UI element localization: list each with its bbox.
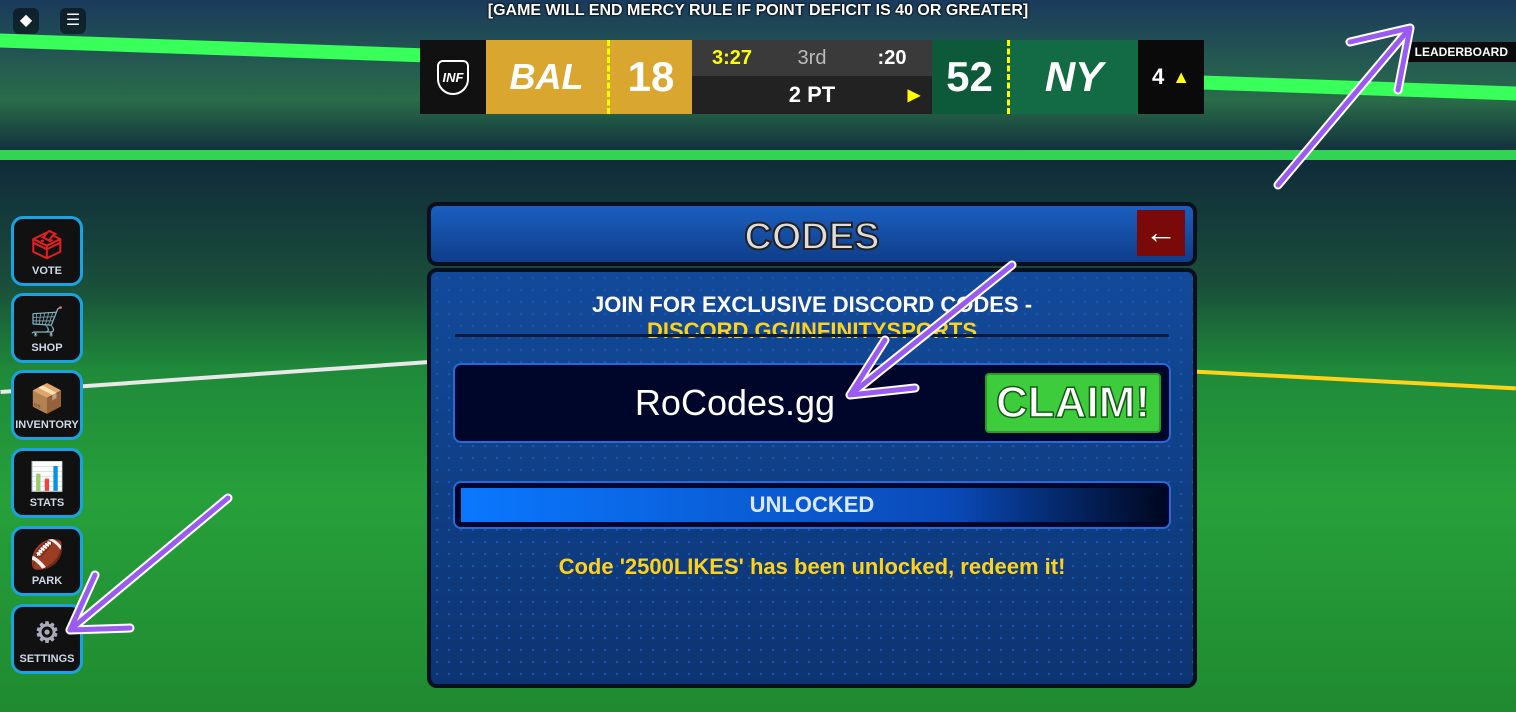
game-clock: 3:27 3rd :20 2 PT ▶	[692, 40, 932, 114]
possession-arrow-icon: ▶	[907, 87, 920, 104]
claim-button[interactable]: CLAIM!	[985, 373, 1161, 433]
unlock-progress-bar: UNLOCKED	[453, 481, 1171, 529]
code-input[interactable]	[455, 365, 1015, 441]
label: INVENTORY	[15, 419, 79, 431]
vote-button[interactable]: 🗳 VOTE	[11, 216, 83, 286]
divider	[455, 334, 1169, 337]
discord-link[interactable]: DISCORD.GG/INFINITYSPORTS	[647, 318, 977, 343]
back-button[interactable]: ←	[1137, 210, 1185, 256]
inventory-button[interactable]: 📦 INVENTORY	[11, 370, 83, 440]
ballot-box-icon: 🗳	[29, 229, 65, 260]
football-icon: 🏈	[29, 539, 65, 570]
settings-button[interactable]: ⚙ SETTINGS	[11, 604, 83, 674]
label: PARK	[31, 575, 63, 587]
arrow-left-icon: ←	[1145, 214, 1177, 250]
home-team: BAL	[486, 40, 610, 114]
park-button[interactable]: 🏈 PARK	[11, 526, 83, 596]
field-line	[1195, 369, 1516, 391]
label: SETTINGS	[19, 653, 75, 665]
codes-title: CODES	[743, 215, 880, 259]
unlock-message: Code '2500LIKES' has been unlocked, rede…	[558, 554, 1066, 579]
arrow-annotation	[1275, 25, 1413, 188]
label: VOTE	[32, 265, 62, 277]
play-clock: :20	[877, 46, 907, 69]
box-icon: 📦	[29, 383, 65, 414]
away-team: NY	[1010, 40, 1138, 114]
clock: 3:27	[711, 46, 753, 69]
join-text: JOIN FOR EXCLUSIVE DISCORD CODES -	[591, 292, 1033, 317]
league-logo: INF	[420, 40, 486, 114]
progress-fill: UNLOCKED	[461, 488, 1163, 522]
away-score: 52	[932, 40, 1010, 114]
codes-header: CODES ←	[427, 202, 1197, 266]
label: SHOP	[31, 342, 63, 354]
scoreboard: INF BAL 18 3:27 3rd:20 2 PT ▶ 52 NY 4 ▲	[420, 40, 1204, 114]
bar-chart-icon: 📊	[29, 461, 65, 492]
gear-icon: ⚙	[34, 617, 60, 648]
cart-icon: 🛒	[29, 306, 65, 337]
down: 2 PT	[788, 82, 836, 107]
stats-button[interactable]: 📊 STATS	[11, 448, 83, 518]
progress-label: UNLOCKED	[749, 492, 875, 517]
code-entry: CLAIM!	[453, 363, 1171, 443]
stadium-light-strip	[0, 150, 1516, 160]
timeouts-count: 4	[1151, 64, 1165, 89]
leaderboard-button[interactable]: LEADERBOARD	[1406, 42, 1516, 62]
arrow-annotation	[67, 495, 231, 633]
mercy-rule-banner: [GAME WILL END MERCY RULE IF POINT DEFIC…	[487, 2, 1029, 19]
timeouts: 4 ▲	[1138, 40, 1204, 114]
quarter: 3rd	[797, 46, 827, 69]
home-score: 18	[610, 40, 692, 114]
triangle-up-icon: ▲	[1172, 66, 1191, 87]
label: STATS	[29, 497, 65, 509]
codes-panel: JOIN FOR EXCLUSIVE DISCORD CODES - DISCO…	[427, 268, 1197, 688]
shop-button[interactable]: 🛒 SHOP	[11, 293, 83, 363]
